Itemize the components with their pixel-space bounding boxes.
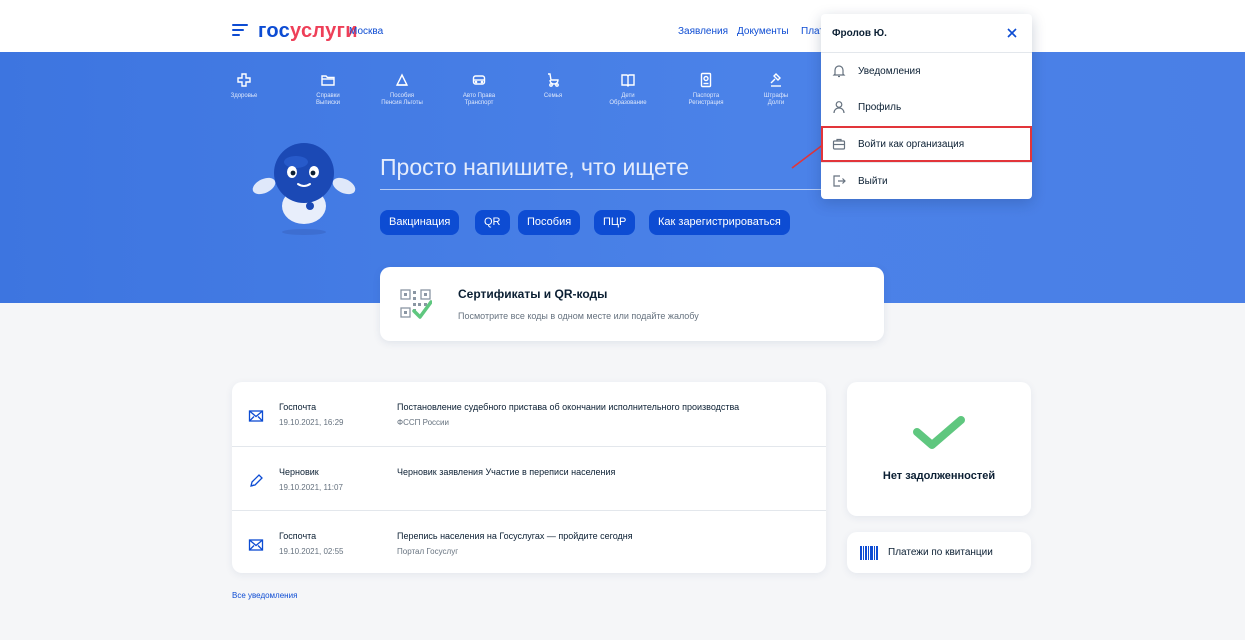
all-notifications-link[interactable]: Все уведомления [232,591,297,600]
chip-how-to-register[interactable]: Как зарегистрироваться [649,210,790,235]
payments-by-receipt-button[interactable]: Платежи по квитанции [847,532,1031,573]
chip-benefits[interactable]: Пособия [518,210,581,235]
chip-pcr[interactable]: ПЦР [594,210,636,235]
debt-status-card[interactable]: Нет задолженностей [847,382,1031,516]
menu-item-logout[interactable]: Выйти [821,163,1032,199]
close-icon[interactable] [1005,26,1019,40]
notification-date: 19.10.2021, 16:29 [279,418,344,427]
nav-documents[interactable]: Документы [737,26,789,37]
search-underline [380,189,835,190]
pencil-icon [250,474,263,487]
mail-icon [248,539,264,551]
top-header: госуслуги Москва Заявления Документы Пла… [0,0,1245,52]
category-certificates[interactable]: Справки Выписки [293,72,363,107]
barcode-icon [860,546,878,560]
notification-subtitle: ФССП России [397,418,449,427]
category-family[interactable]: Семья [518,72,588,100]
chip-vaccination[interactable]: Вакцинация [380,210,460,235]
category-sublabel: Долги [767,100,785,106]
user-name[interactable]: Фролов Ю. [832,28,887,39]
robot-mascot-illustration [252,143,356,235]
user-icon [833,101,845,114]
stroller-icon [548,73,559,87]
logout-icon [833,175,846,187]
payments-label: Платежи по квитанции [888,547,993,558]
menu-item-label: Выйти [858,176,888,187]
certificates-card[interactable]: Сертификаты и QR-коды Посмотрите все код… [380,267,884,341]
notification-date: 19.10.2021, 11:07 [279,483,343,492]
search-input[interactable]: Просто напишите, что ищете [380,154,689,181]
health-icon [237,73,251,87]
notification-subtitle: Портал Госуслуг [397,547,459,556]
category-health[interactable]: Здоровье [209,72,279,100]
menu-item-login-as-organization[interactable]: Войти как организация [821,126,1032,162]
category-label: Здоровье [230,93,258,99]
category-sublabel: Регистрация [688,100,724,106]
benefit-icon [395,73,409,86]
mail-icon [248,410,264,422]
debt-status-text: Нет задолженностей [882,470,996,482]
menu-item-label: Войти как организация [858,139,965,150]
notification-source: Госпочта [279,402,317,412]
user-menu-dropdown: Фролов Ю. Уведомления Профиль Войти как … [821,14,1032,199]
category-label: Авто Права [462,93,496,99]
chip-qr[interactable]: QR [475,210,510,235]
category-transport[interactable]: Авто Права Транспорт [444,72,514,107]
category-label: Паспорта [692,93,720,99]
car-icon [472,75,486,85]
menu-item-label: Профиль [858,102,902,113]
certificates-title: Сертификаты и QR-коды [458,287,608,301]
gavel-icon [770,73,781,87]
certificates-subtitle: Посмотрите все коды в одном месте или по… [458,311,699,321]
notification-title: Перепись населения на Госуслугах — пройд… [397,531,633,541]
logo-part-2: услуги [290,20,358,42]
folder-icon [321,75,335,86]
notification-source: Черновик [279,467,319,477]
passport-icon [700,72,712,88]
gosuslugi-logo[interactable]: госуслуги [258,20,358,42]
list-item[interactable]: Черновик 19.10.2021, 11:07 Черновик заяв… [232,446,826,509]
category-label: Дети [621,93,635,99]
category-label: Штрафы [763,93,789,99]
menu-item-label: Уведомления [858,66,921,77]
list-item[interactable]: Госпочта 19.10.2021, 02:55 Перепись насе… [232,510,826,573]
category-label: Справки [316,93,340,99]
bell-icon [832,65,846,78]
notification-source: Госпочта [279,531,317,541]
category-sublabel: Выписки [316,100,340,106]
notification-date: 19.10.2021, 02:55 [279,547,344,556]
checkmark-icon [913,416,965,449]
category-sublabel: Транспорт [464,100,494,106]
city-selector[interactable]: Москва [349,26,383,37]
notification-title: Черновик заявления Участие в переписи на… [397,467,616,477]
list-item[interactable]: Госпочта 19.10.2021, 16:29 Постановление… [232,382,826,445]
notification-title: Постановление судебного пристава об окон… [397,402,740,412]
logo-part-1: гос [258,20,291,42]
category-benefits[interactable]: Пособия Пенсия Льготы [367,72,437,107]
qr-code-icon [400,289,432,319]
menu-item-profile[interactable]: Профиль [821,89,1032,125]
nav-applications[interactable]: Заявления [678,26,728,37]
menu-icon[interactable] [232,24,248,36]
category-label: Пособия [389,93,415,99]
category-label: Семья [543,93,563,99]
category-children[interactable]: Дети Образование [593,72,663,107]
menu-item-notifications[interactable]: Уведомления [821,53,1032,89]
briefcase-icon [832,138,846,150]
category-passport[interactable]: Паспорта Регистрация [671,72,741,107]
notifications-list: Госпочта 19.10.2021, 16:29 Постановление… [232,382,826,573]
book-icon [621,74,635,87]
category-sublabel: Пенсия Льготы [381,100,423,106]
category-sublabel: Образование [609,100,647,106]
category-fines[interactable]: Штрафы Долги [741,72,811,107]
